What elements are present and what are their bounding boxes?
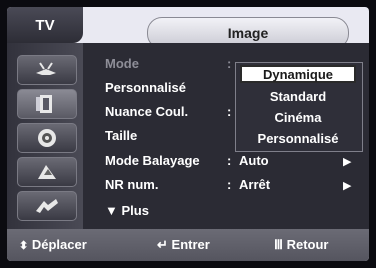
sidebar-item-picture[interactable] xyxy=(17,89,77,119)
sidebar-item-input[interactable] xyxy=(17,55,77,85)
mode-option-cinema[interactable]: Cinéma xyxy=(240,108,356,126)
menu-item-scan-mode-colon: : xyxy=(227,153,232,168)
menu-item-digital-nr-colon: : xyxy=(227,177,232,192)
antenna-icon xyxy=(36,62,56,75)
sound-icon xyxy=(38,129,56,147)
menu-icon: Ⅲ xyxy=(274,237,283,252)
mode-option-label: Cinéma xyxy=(274,109,322,125)
menu-item-more[interactable]: ▼ Plus xyxy=(105,203,149,218)
mode-dropdown[interactable]: Dynamique Standard Cinéma Personnalisé xyxy=(235,62,363,152)
menu-item-scan-mode-value: Auto xyxy=(239,153,269,168)
footer-enter: ↵ Entrer xyxy=(157,237,210,253)
mode-option-personnalise[interactable]: Personnalisé xyxy=(240,129,356,147)
menu-item-more-label: ▼ Plus xyxy=(105,203,149,218)
mode-option-dynamique[interactable]: Dynamique xyxy=(240,65,356,83)
mode-option-label: Dynamique xyxy=(262,66,334,82)
tv-tab-label: TV xyxy=(35,16,55,34)
footer-enter-label: Entrer xyxy=(171,237,210,252)
sidebar-item-setup[interactable] xyxy=(17,191,77,221)
menu-item-custom-label: Personnalisé xyxy=(105,80,186,95)
menu-item-mode-label: Mode xyxy=(105,56,139,71)
menu-item-mode-colon: : xyxy=(227,56,232,71)
enter-icon: ↵ xyxy=(157,237,168,252)
menu-item-custom[interactable]: Personnalisé xyxy=(105,80,186,95)
menu-item-digital-nr[interactable]: NR num. xyxy=(105,177,158,192)
tv-menu-screen: TV Image Mode: Personnalisé Nuance Coul… xyxy=(7,7,369,261)
right-arrow-icon[interactable]: ▶ xyxy=(343,179,351,192)
tv-tab[interactable]: TV xyxy=(7,7,83,43)
menu-item-scan-mode[interactable]: Mode Balayage xyxy=(105,153,200,168)
up-down-icon: ⬍ xyxy=(19,240,29,252)
footer-return-label: Retour xyxy=(286,237,329,252)
menu-item-color-tone-colon: : xyxy=(227,104,232,119)
menu-item-scan-mode-label: Mode Balayage xyxy=(105,153,200,168)
mode-option-label: Standard xyxy=(269,88,327,104)
menu-item-digital-nr-value: Arrêt xyxy=(239,177,271,192)
sidebar-item-sound[interactable] xyxy=(17,123,77,153)
menu-title-label: Image xyxy=(227,25,269,41)
footer-return: Ⅲ Retour xyxy=(274,237,328,253)
menu-item-size-label: Taille xyxy=(105,128,138,143)
menu-item-digital-nr-label: NR num. xyxy=(105,177,159,192)
menu-item-size[interactable]: Taille xyxy=(105,128,137,143)
picture-icon xyxy=(36,95,52,113)
footer-move: ⬍ Déplacer xyxy=(19,237,87,252)
menu-item-color-tone-label: Nuance Coul. xyxy=(105,104,189,119)
menu-item-color-tone[interactable]: Nuance Coul. xyxy=(105,104,188,119)
mode-option-label: Personnalisé xyxy=(257,130,339,146)
channel-icon xyxy=(38,165,56,179)
footer-bar: ⬍ Déplacer ↵ Entrer Ⅲ Retour xyxy=(7,229,369,261)
sidebar-item-channel[interactable] xyxy=(17,157,77,187)
menu-item-mode[interactable]: Mode xyxy=(105,56,139,71)
mode-option-standard[interactable]: Standard xyxy=(240,87,356,105)
footer-move-label: Déplacer xyxy=(31,237,87,252)
right-arrow-icon[interactable]: ▶ xyxy=(343,155,351,168)
setup-icon xyxy=(36,199,58,213)
